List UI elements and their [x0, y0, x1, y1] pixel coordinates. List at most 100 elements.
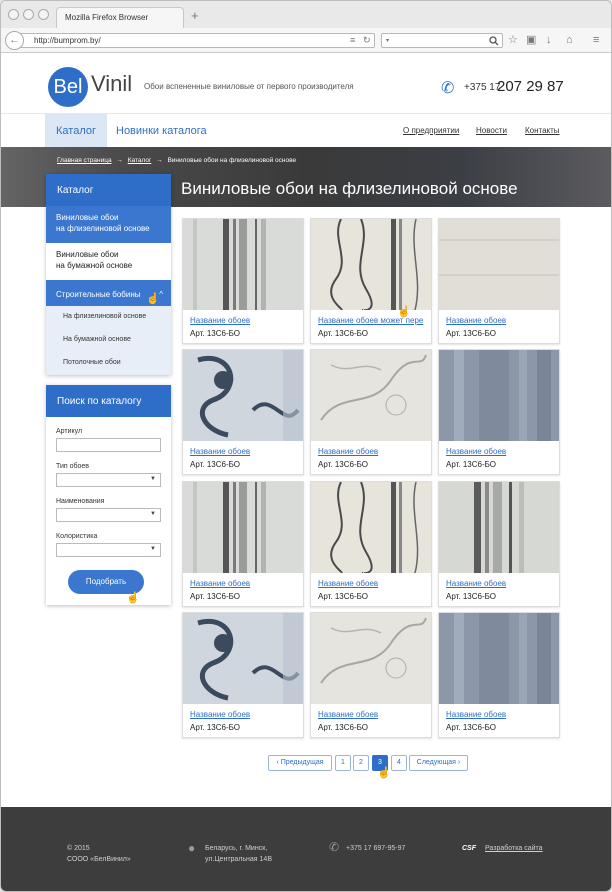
product-image[interactable] [311, 350, 431, 441]
name-select[interactable]: ▼ [56, 508, 161, 522]
name-label: Наименования [56, 498, 105, 505]
sidebar-subitem-paper[interactable]: На бумажной основе [46, 329, 171, 352]
footer-copyright: © 2015 [67, 845, 90, 852]
product-image[interactable] [183, 613, 303, 704]
product-name-link[interactable]: Название обоев может пере [318, 316, 430, 325]
product-card[interactable]: Название обоев Арт. 13С6-БО [438, 349, 560, 475]
pagination-next[interactable]: Следующая › [409, 755, 468, 771]
breadcrumb-home[interactable]: Главная страница [57, 157, 112, 164]
menu-icon[interactable]: ≡ [593, 34, 599, 46]
reader-icon[interactable]: ≡ [350, 35, 355, 45]
sidebar-item-fleece[interactable]: Виниловые обои на флизелиновой основе [46, 206, 171, 243]
product-image[interactable] [183, 219, 303, 310]
product-image[interactable] [183, 350, 303, 441]
color-label: Колористика [56, 533, 98, 540]
phone-prefix: +375 17 [464, 82, 501, 93]
product-name-link[interactable]: Название обоев [446, 316, 558, 325]
product-card[interactable]: Название обоев Арт. 13С6-БО [182, 612, 304, 738]
product-name-link[interactable]: Название обоев [446, 710, 558, 719]
breadcrumb-catalog[interactable]: Каталог [128, 157, 152, 164]
breadcrumb-separator: → [116, 157, 123, 164]
catalog-sidebar: Каталог Виниловые обои на флизелиновой о… [46, 174, 171, 375]
product-card[interactable]: Название обоев Арт. 13С6-БО [182, 349, 304, 475]
developer-link[interactable]: Разработка сайта [485, 843, 543, 854]
product-name-link[interactable]: Название обоев [190, 316, 302, 325]
pagination-page-4[interactable]: 4 [391, 755, 407, 771]
product-name-link[interactable]: Название обоев [318, 579, 430, 588]
product-image[interactable] [439, 219, 559, 310]
product-article: Арт. 13С6-БО [318, 592, 369, 601]
address-bar[interactable]: http://bumprom.by/ ≡ ↻ [19, 33, 375, 48]
product-image[interactable] [311, 613, 431, 704]
product-name-link[interactable]: Название обоев [190, 579, 302, 588]
nav-about[interactable]: О предприятии [403, 126, 459, 135]
sidebar-subitem-ceiling[interactable]: Потолочные обои [46, 352, 171, 375]
product-name-link[interactable]: Название обоев [446, 579, 558, 588]
nav-contacts[interactable]: Контакты [525, 126, 560, 135]
product-image[interactable] [439, 482, 559, 573]
zoom-window-button[interactable] [38, 9, 49, 20]
product-image[interactable] [311, 482, 431, 573]
product-image[interactable] [311, 219, 431, 310]
product-name-link[interactable]: Название обоев [318, 710, 430, 719]
product-article: Арт. 13С6-БО [318, 723, 369, 732]
new-tab-icon[interactable]: + [191, 9, 199, 22]
downloads-icon[interactable]: ↓ [546, 34, 552, 46]
product-card[interactable]: Название обоев Арт. 13С6-БО [438, 481, 560, 607]
color-select[interactable]: ▼ [56, 543, 161, 557]
sidebar-item-bobbins[interactable]: Строительные бобины ^ ☝ [46, 280, 171, 306]
logo-vinil[interactable]: Vinil [91, 71, 132, 97]
breadcrumb: Главная страница → Каталог → Виниловые о… [57, 157, 299, 164]
footer-company: СООО «БелВинил» [67, 856, 131, 863]
product-card[interactable]: Название обоев Арт. 13С6-БО [182, 218, 304, 344]
product-card[interactable]: Название обоев Арт. 13С6-БО [438, 218, 560, 344]
browser-window: Mozilla Firefox Browser + http://bumprom… [0, 0, 612, 892]
logo[interactable]: Bel [48, 67, 88, 107]
browser-tab[interactable]: Mozilla Firefox Browser [56, 7, 184, 28]
close-window-button[interactable] [8, 9, 19, 20]
pagination-prev[interactable]: ‹ Предыдущая [268, 755, 332, 771]
chevron-down-icon: ▼ [150, 476, 156, 482]
location-pin-icon: ● [188, 841, 196, 855]
sidebar-item-paper[interactable]: Виниловые обои на бумажной основе [46, 243, 171, 280]
product-name-link[interactable]: Название обоев [318, 447, 430, 456]
search-icon[interactable] [489, 36, 499, 46]
footer-phone: +375 17 697-95-97 [346, 845, 406, 852]
nav-catalog[interactable]: Каталог [45, 114, 107, 148]
product-image[interactable] [183, 482, 303, 573]
sidebar-title: Каталог [46, 174, 171, 206]
sidebar-subitem-fleece[interactable]: На флизелиновой основе [46, 306, 171, 329]
product-name-link[interactable]: Название обоев [446, 447, 558, 456]
product-name-link[interactable]: Название обоев [190, 710, 302, 719]
product-card[interactable]: Название обоев Арт. 13С6-БО [438, 612, 560, 738]
slogan: Обои вспененные виниловые от первого про… [144, 82, 354, 91]
bookmark-star-icon[interactable]: ☆ [508, 34, 518, 46]
reload-icon[interactable]: ↻ [363, 35, 371, 46]
nav-news[interactable]: Новости [476, 126, 507, 135]
pagination-page-1[interactable]: 1 [335, 755, 351, 771]
product-card[interactable]: Название обоев Арт. 13С6-БО [310, 612, 432, 738]
phone-number[interactable]: 207 29 87 [497, 78, 564, 95]
product-card[interactable]: Название обоев Арт. 13С6-БО [310, 349, 432, 475]
product-card[interactable]: Название обоев Арт. 13С6-БО [310, 481, 432, 607]
footer-address-line1: Беларусь, г. Минск, [205, 845, 268, 852]
bookmarks-icon[interactable]: ▣ [526, 34, 536, 46]
product-article: Арт. 13С6-БО [190, 592, 241, 601]
nav-new-catalog[interactable]: Новинки каталога [116, 125, 207, 137]
pagination-page-2[interactable]: 2 [353, 755, 369, 771]
tab-title: Mozilla Firefox Browser [65, 13, 149, 22]
article-input[interactable] [56, 438, 161, 452]
type-label: Тип обоев [56, 463, 90, 470]
type-select[interactable]: ▼ [56, 473, 161, 487]
minimize-window-button[interactable] [23, 9, 34, 20]
product-name-link[interactable]: Название обоев [190, 447, 302, 456]
product-image[interactable] [439, 350, 559, 441]
product-image[interactable] [439, 613, 559, 704]
search-box[interactable]: ▾ [381, 33, 503, 48]
product-card[interactable]: Название обоев Арт. 13С6-БО [182, 481, 304, 607]
home-icon[interactable]: ⌂ [566, 34, 573, 46]
hand-cursor-icon: ☝ [146, 293, 160, 305]
product-card[interactable]: Название обоев может пере Арт. 13С6-БО [310, 218, 432, 344]
back-button[interactable]: ← [5, 31, 24, 50]
search-engine-icon[interactable]: ▾ [386, 37, 389, 44]
